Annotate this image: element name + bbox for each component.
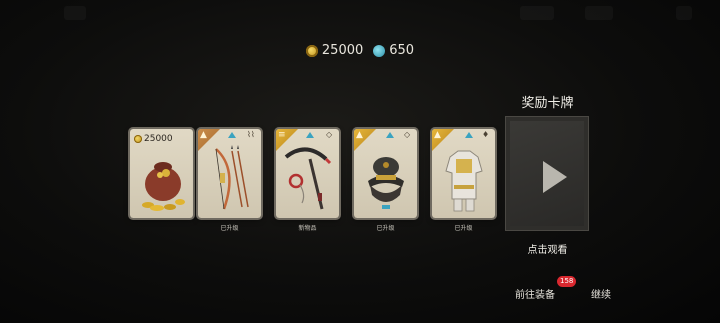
- play-icon: [543, 161, 567, 193]
- reward-card-kusarigama[interactable]: ≡ ◇: [276, 129, 339, 218]
- currency-bar: 25000 650: [0, 43, 720, 58]
- go-to-equipment-button[interactable]: 前往装备: [515, 286, 555, 301]
- armor-icon: [445, 150, 483, 212]
- continue-button[interactable]: 继续: [591, 286, 611, 301]
- background-panel-top-right-2: [585, 6, 613, 20]
- equipment-count-badge: 158: [557, 276, 577, 287]
- reward-video-card[interactable]: [506, 117, 588, 230]
- background-panel-top-left: [64, 6, 86, 20]
- background-panel-top-right-3: [676, 6, 692, 20]
- card-caption: 新物品: [298, 225, 317, 232]
- kusarigama-icon: [284, 147, 332, 210]
- reward-card-helmet[interactable]: ▲ ◇: [354, 129, 417, 218]
- reward-card-bow[interactable]: ▲ ⌇⌇: [198, 129, 261, 218]
- reward-card-armor[interactable]: ▲ ♦: [432, 129, 495, 218]
- gem-balance: 650: [389, 43, 415, 58]
- reward-card-coins[interactable]: 25000: [130, 129, 193, 218]
- watch-ad-label[interactable]: 点击观看: [505, 241, 590, 256]
- gem-icon: [373, 44, 386, 57]
- helmet-icon: [368, 157, 404, 209]
- coin-icon: [305, 44, 318, 57]
- background-panel-top-right: [520, 6, 554, 20]
- card-caption: 已升级: [376, 225, 395, 232]
- bow-icon: [215, 145, 249, 210]
- card-caption: 已升级: [454, 225, 473, 232]
- reward-card-title: 奖励卡牌: [521, 96, 574, 111]
- coin-bag-icon: [142, 162, 185, 211]
- coin-balance: 25000: [321, 43, 364, 58]
- reward-card-face: [510, 121, 584, 226]
- card-caption: 已升级: [220, 225, 239, 232]
